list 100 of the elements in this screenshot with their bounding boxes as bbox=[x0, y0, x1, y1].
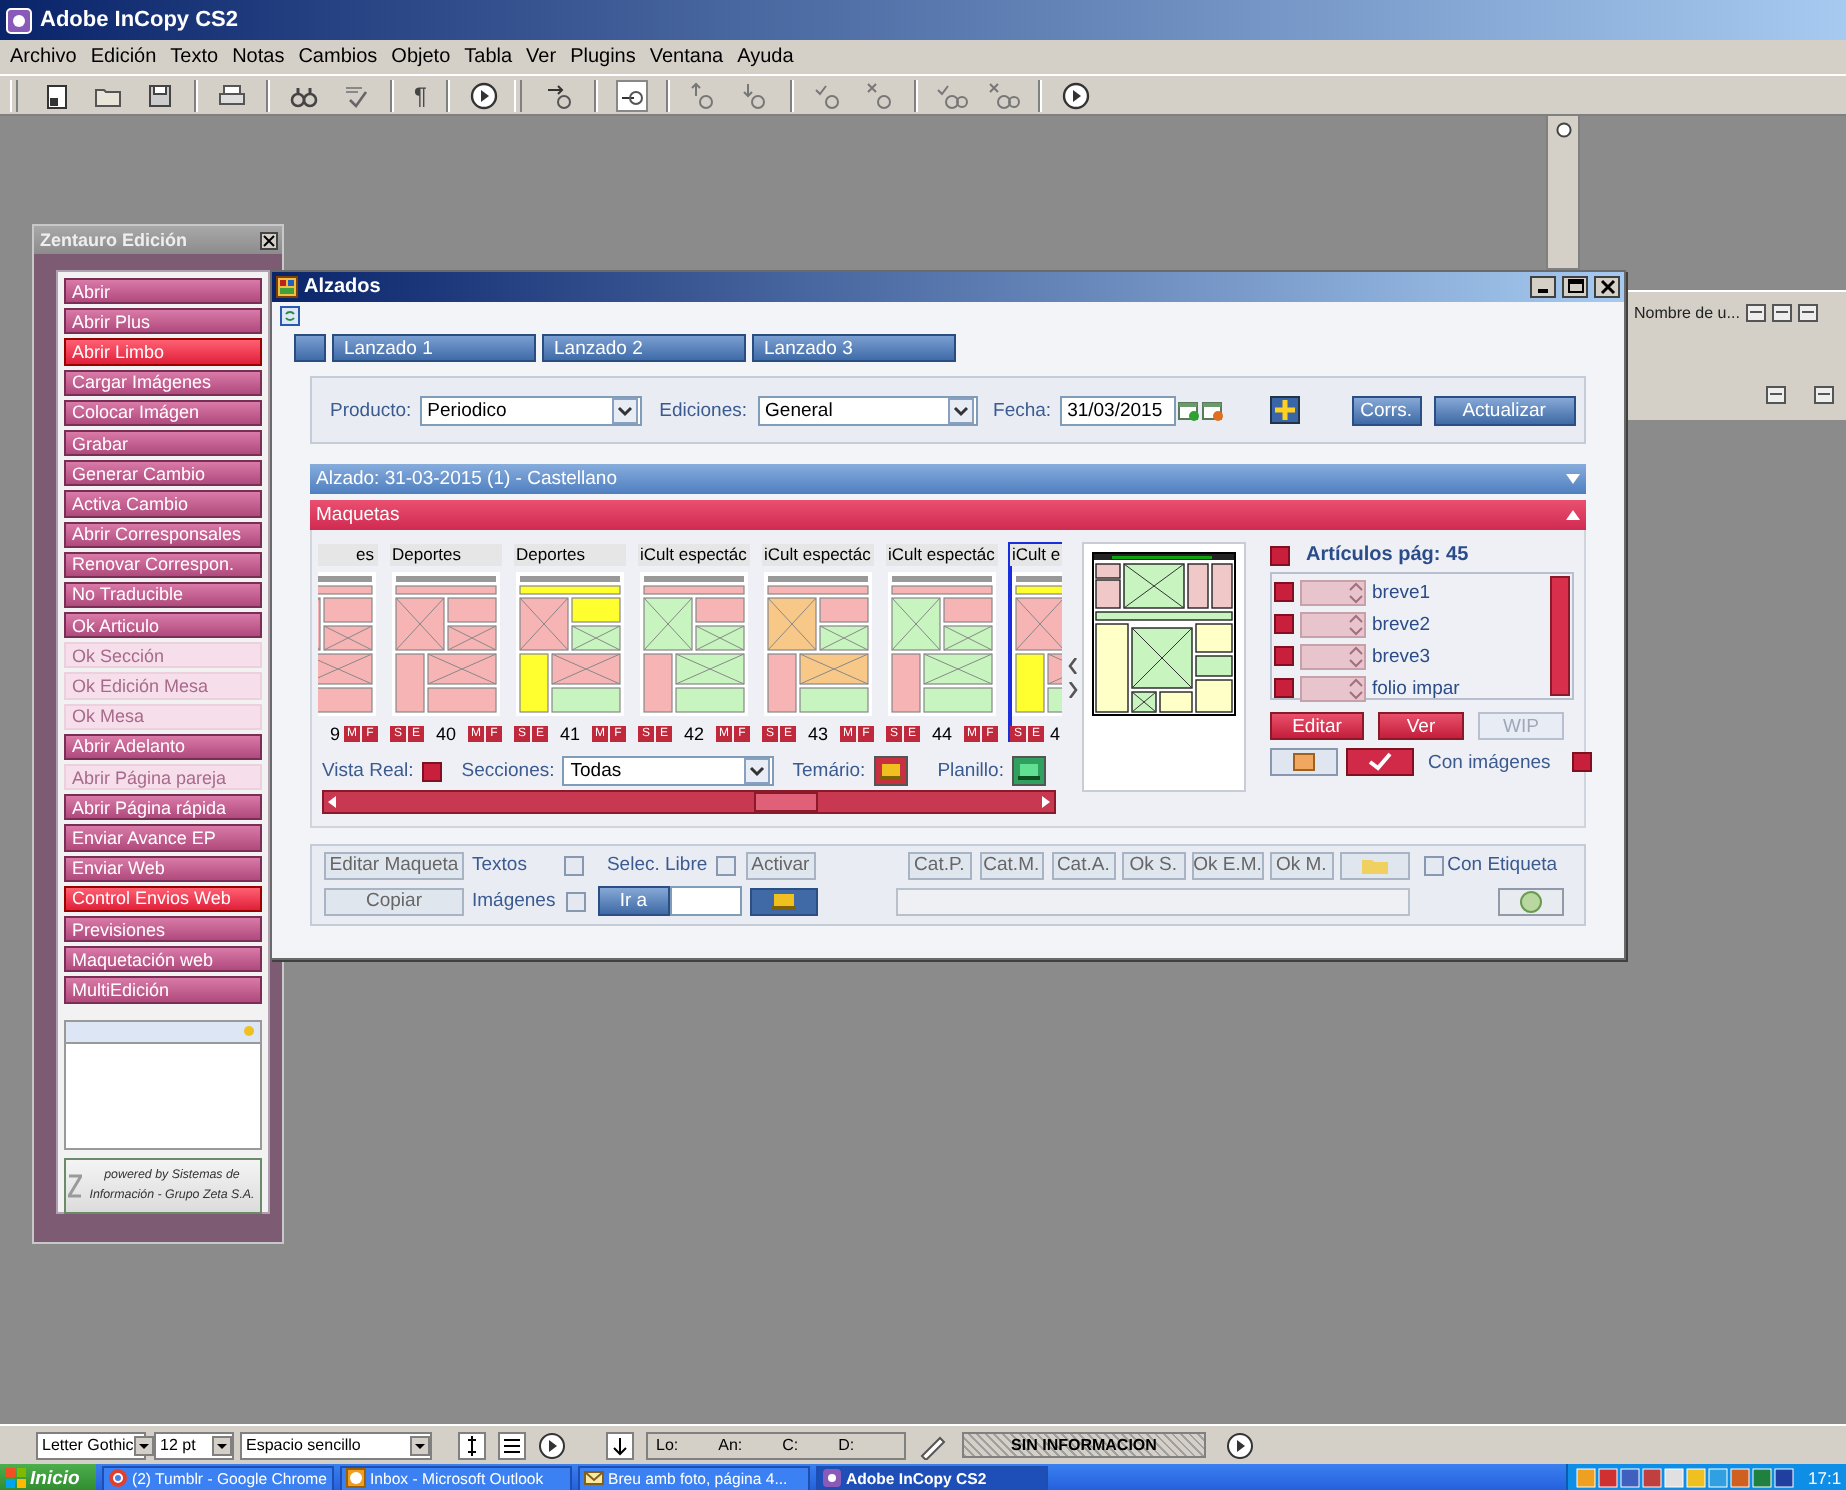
checkbox[interactable] bbox=[715, 855, 736, 875]
action-button[interactable]: Editar bbox=[1270, 712, 1364, 740]
menu-item[interactable]: Ayuda bbox=[737, 46, 794, 68]
spin-arrows-icon[interactable] bbox=[1348, 677, 1364, 699]
section-header[interactable]: Maquetas bbox=[310, 500, 1586, 530]
spinner-field[interactable] bbox=[1300, 579, 1366, 605]
spinner-field[interactable] bbox=[1300, 611, 1366, 637]
ediciones-select[interactable]: General bbox=[757, 395, 978, 425]
article-name[interactable]: breve2 bbox=[1372, 613, 1431, 635]
layout-button[interactable] bbox=[1270, 748, 1338, 776]
menu-button[interactable]: Ok Articulo bbox=[64, 612, 262, 639]
checkbox[interactable] bbox=[1572, 752, 1593, 772]
menu-item[interactable]: Notas bbox=[232, 46, 285, 68]
checkbox[interactable] bbox=[564, 855, 585, 875]
checkbox[interactable] bbox=[1274, 582, 1294, 602]
menu-button[interactable]: Activa Cambio bbox=[64, 490, 262, 517]
tool-button[interactable]: Ok S. bbox=[1121, 851, 1186, 879]
article-name[interactable]: breve1 bbox=[1372, 581, 1431, 603]
action-button[interactable]: Ver bbox=[1378, 712, 1464, 740]
menu-item[interactable]: Ver bbox=[526, 46, 557, 68]
scrollbar[interactable] bbox=[322, 790, 1056, 814]
menu-button[interactable]: MultiEdición bbox=[64, 976, 262, 1003]
spinner-field[interactable] bbox=[1300, 675, 1366, 701]
checkbox[interactable] bbox=[1270, 545, 1290, 565]
tool-button[interactable]: Copiar bbox=[324, 887, 464, 915]
checkbox[interactable] bbox=[1274, 646, 1294, 666]
menu-button[interactable]: Control Envios Web bbox=[64, 885, 262, 912]
menu-item[interactable]: Ventana bbox=[649, 46, 724, 68]
refresh-icon[interactable] bbox=[280, 306, 300, 326]
column-icon[interactable] bbox=[458, 1431, 486, 1459]
tab[interactable]: Lanzado 3 bbox=[752, 334, 956, 362]
tool-button[interactable]: Editar Maqueta bbox=[324, 851, 464, 879]
tool-button[interactable]: Cat.P. bbox=[907, 851, 972, 879]
producto-select[interactable]: Periodico bbox=[419, 395, 642, 425]
input-field[interactable] bbox=[669, 886, 742, 916]
menu-button[interactable]: Abrir Limbo bbox=[64, 338, 262, 366]
scroll-left-icon[interactable] bbox=[324, 792, 340, 812]
layers-button[interactable] bbox=[873, 756, 908, 786]
menu-button[interactable]: Renovar Correspon. bbox=[64, 551, 262, 578]
panel-icon[interactable] bbox=[1745, 304, 1766, 322]
menu-item[interactable]: Objeto bbox=[391, 46, 451, 68]
collapse-icon[interactable] bbox=[1566, 510, 1580, 520]
size-select[interactable]: 12 pt bbox=[154, 1431, 234, 1459]
checkbox[interactable] bbox=[565, 891, 586, 911]
close-button[interactable] bbox=[1594, 276, 1620, 298]
menu-item[interactable]: Texto bbox=[170, 46, 219, 68]
actualizar-button[interactable]: Actualizar bbox=[1433, 395, 1576, 425]
secciones-select[interactable]: Todas bbox=[562, 756, 775, 786]
menu-button[interactable]: Generar Cambio bbox=[64, 460, 262, 487]
menu-item[interactable]: Plugins bbox=[570, 46, 636, 68]
panel-icon[interactable] bbox=[1771, 304, 1792, 322]
ir-a-button[interactable]: Ir a bbox=[597, 886, 670, 916]
tab[interactable] bbox=[294, 334, 326, 362]
scrollbar-thumb[interactable] bbox=[754, 792, 818, 812]
layers-button[interactable] bbox=[1011, 756, 1046, 786]
tool-button[interactable]: Cat.A. bbox=[1051, 851, 1116, 879]
menu-button[interactable]: No Traducible bbox=[64, 581, 262, 609]
start-button[interactable]: Inicio bbox=[0, 1464, 96, 1490]
play-circle-icon[interactable] bbox=[1226, 1431, 1254, 1459]
panel-icon[interactable] bbox=[1814, 386, 1834, 404]
calendar-icon[interactable] bbox=[1177, 399, 1200, 421]
paragraph-marks-button[interactable]: ¶ bbox=[406, 81, 435, 109]
checkbox[interactable] bbox=[421, 761, 442, 781]
menu-button[interactable]: Cargar Imágenes bbox=[64, 369, 262, 396]
confirm-button[interactable] bbox=[1346, 748, 1414, 776]
calendar-icon[interactable] bbox=[1201, 399, 1224, 421]
menu-button[interactable]: Grabar bbox=[64, 429, 262, 457]
scrollbar[interactable] bbox=[1550, 576, 1570, 696]
menu-button[interactable]: Enviar Web bbox=[64, 855, 262, 882]
menu-button[interactable]: Abrir Plus bbox=[64, 308, 262, 335]
chevron-left-icon[interactable] bbox=[1067, 658, 1077, 674]
menu-button[interactable]: Abrir Corresponsales bbox=[64, 521, 262, 548]
print-button[interactable] bbox=[749, 887, 818, 915]
menu-button[interactable]: Abrir bbox=[64, 278, 262, 305]
play-circle-icon[interactable] bbox=[468, 79, 501, 111]
printer-icon[interactable] bbox=[216, 79, 248, 111]
close-icon[interactable] bbox=[260, 231, 278, 249]
spacing-select[interactable]: Espacio sencillo bbox=[240, 1431, 432, 1459]
tool-button[interactable]: Ok E.M. bbox=[1191, 851, 1264, 879]
tool-button[interactable]: Cat.M. bbox=[979, 851, 1044, 879]
tool-button[interactable]: Activar bbox=[745, 851, 816, 879]
pencil-icon[interactable] bbox=[918, 1431, 946, 1459]
minimize-button[interactable] bbox=[1530, 276, 1556, 298]
round-button[interactable] bbox=[1497, 887, 1564, 915]
section-header[interactable]: Alzado: 31-03-2015 (1) - Castellano bbox=[310, 464, 1586, 494]
cross-mark-icon[interactable] bbox=[864, 79, 897, 111]
play-circle-icon[interactable] bbox=[538, 1431, 566, 1459]
date-field[interactable]: 31/03/2015 bbox=[1059, 395, 1176, 425]
menu-button[interactable]: Colocar Imágen bbox=[64, 399, 262, 426]
spin-arrows-icon[interactable] bbox=[1348, 581, 1364, 603]
chevron-right-icon[interactable] bbox=[1067, 682, 1077, 698]
corrs-button[interactable]: Corrs. bbox=[1351, 395, 1422, 425]
frame-icon[interactable] bbox=[606, 1431, 634, 1459]
checkbox[interactable] bbox=[1274, 678, 1294, 698]
change-arrow-icon[interactable] bbox=[544, 79, 577, 111]
maximize-button[interactable] bbox=[1562, 276, 1588, 298]
cross-mark-icon[interactable] bbox=[988, 79, 1021, 111]
menu-button[interactable]: Maquetación web bbox=[64, 946, 262, 973]
grid-icon[interactable] bbox=[498, 1431, 526, 1459]
play-circle-icon[interactable] bbox=[1060, 79, 1093, 111]
